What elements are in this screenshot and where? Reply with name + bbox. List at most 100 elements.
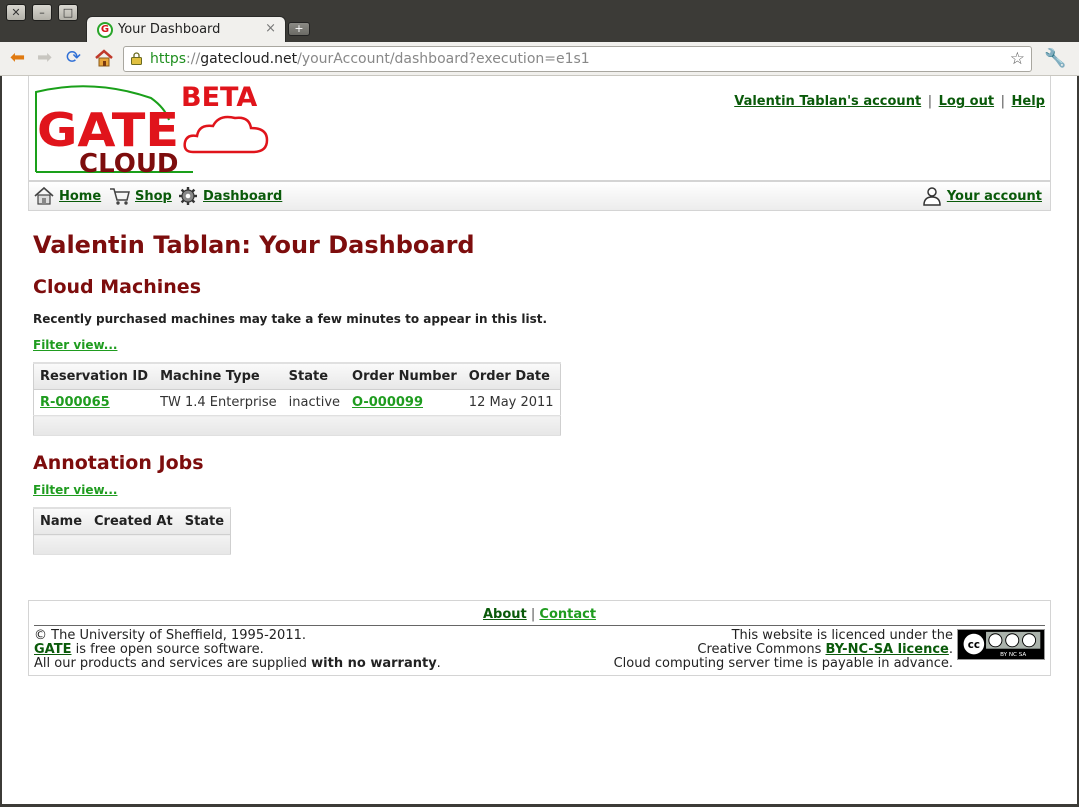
main-content: Valentin Tablan: Your Dashboard Cloud Ma… bbox=[28, 231, 1051, 555]
logo-cloud-icon bbox=[183, 115, 269, 154]
licence-line-3: Cloud computing server time is payable i… bbox=[613, 656, 953, 671]
table-header-row: Name Created At State bbox=[33, 507, 231, 535]
svg-text:cc: cc bbox=[968, 639, 980, 651]
column-header[interactable]: Order Date bbox=[462, 362, 561, 390]
nav-shop-label: Shop bbox=[135, 188, 172, 204]
new-tab-button[interactable]: + bbox=[288, 22, 310, 36]
column-header[interactable]: Name bbox=[33, 507, 89, 535]
wrench-menu-icon[interactable]: 🔧 bbox=[1044, 48, 1066, 69]
lock-icon bbox=[131, 52, 142, 65]
footer-legal: © The University of Sheffield, 1995-2011… bbox=[34, 629, 441, 671]
gate-cloud-logo[interactable]: BETA GATE CLOUD bbox=[33, 80, 269, 176]
cloud-machines-table: Reservation ID Machine Type State Order … bbox=[33, 362, 561, 436]
table-footer-row bbox=[33, 415, 561, 436]
column-header[interactable]: Reservation ID bbox=[33, 362, 155, 390]
gate-line: GATE is free open source software. bbox=[34, 643, 441, 657]
column-header[interactable]: Order Number bbox=[346, 362, 463, 390]
gear-icon bbox=[179, 187, 197, 205]
window-minimize-button[interactable]: – bbox=[32, 4, 52, 21]
footer-links: About | Contact bbox=[29, 607, 1050, 622]
site-footer: About | Contact © The University of Shef… bbox=[28, 600, 1051, 676]
cloud-machines-heading: Cloud Machines bbox=[33, 276, 202, 298]
column-header[interactable]: State bbox=[282, 362, 347, 390]
table-header-row: Reservation ID Machine Type State Order … bbox=[33, 362, 561, 390]
creative-commons-badge-icon[interactable]: cc BY NC SA bbox=[957, 629, 1045, 660]
url-text: https://gatecloud.net/yourAccount/dashbo… bbox=[150, 51, 590, 67]
gate-link[interactable]: GATE bbox=[34, 642, 71, 657]
page-container: BETA GATE CLOUD Valentin Tablan's accoun… bbox=[28, 76, 1051, 555]
about-link[interactable]: About bbox=[483, 607, 527, 622]
cloud-machines-filter-link[interactable]: Filter view... bbox=[33, 338, 117, 352]
separator: | bbox=[1000, 94, 1005, 109]
url-scheme: https bbox=[150, 51, 187, 67]
warranty-end: . bbox=[436, 656, 441, 671]
nav-your-account-label: Your account bbox=[946, 188, 1042, 204]
contact-link[interactable]: Contact bbox=[539, 607, 596, 622]
nav-dashboard[interactable]: Dashboard bbox=[177, 186, 282, 206]
nav-your-account[interactable]: Your account bbox=[921, 186, 1042, 206]
browser-tab[interactable]: G Your Dashboard × bbox=[86, 16, 286, 43]
nav-home[interactable]: Home bbox=[33, 186, 101, 206]
logout-link[interactable]: Log out bbox=[939, 94, 994, 109]
tab-close-icon[interactable]: × bbox=[265, 21, 276, 36]
forward-arrow-icon[interactable]: ➡ bbox=[37, 48, 52, 68]
cloud-machines-note: Recently purchased machines may take a f… bbox=[33, 312, 548, 326]
help-link[interactable]: Help bbox=[1012, 94, 1045, 109]
user-icon bbox=[923, 187, 941, 206]
back-arrow-icon[interactable]: ⬅ bbox=[10, 48, 25, 68]
url-host: gatecloud.net bbox=[200, 51, 298, 67]
url-path: /yourAccount/dashboard?execution=e1s1 bbox=[297, 51, 590, 67]
column-header[interactable]: Created At bbox=[88, 507, 179, 535]
table-footer-row bbox=[33, 534, 231, 555]
tab-title: Your Dashboard bbox=[118, 22, 221, 37]
nav-dashboard-label: Dashboard bbox=[203, 188, 283, 204]
licence-line-1: This website is licenced under the bbox=[731, 628, 953, 643]
separator: | bbox=[530, 607, 536, 622]
column-header[interactable]: State bbox=[178, 507, 231, 535]
cc-badge-text: BY NC SA bbox=[1000, 652, 1026, 658]
copyright-text: © The University of Sheffield, 1995-2011… bbox=[34, 628, 306, 643]
window-maximize-button[interactable]: □ bbox=[58, 4, 78, 21]
house-icon bbox=[34, 186, 54, 205]
reload-icon[interactable]: ⟳ bbox=[66, 48, 81, 68]
licence-line-2: Creative Commons BY-NC-SA licence. bbox=[614, 643, 953, 657]
order-date-cell: 12 May 2011 bbox=[462, 389, 561, 416]
main-nav: Home Shop Dashboard Your account bbox=[28, 181, 1051, 211]
home-icon[interactable] bbox=[94, 48, 114, 73]
window-titlebar: ✕ – □ G Your Dashboard × + bbox=[0, 0, 1079, 43]
page-viewport: BETA GATE CLOUD Valentin Tablan's accoun… bbox=[2, 76, 1077, 804]
favicon-icon: G bbox=[97, 22, 113, 38]
warranty-line: All our products and services are suppli… bbox=[34, 657, 441, 671]
order-number-link[interactable]: O-000099 bbox=[352, 395, 423, 410]
annotation-jobs-heading: Annotation Jobs bbox=[33, 452, 204, 474]
account-links: Valentin Tablan's account | Log out | He… bbox=[734, 94, 1045, 109]
account-link[interactable]: Valentin Tablan's account bbox=[734, 94, 921, 109]
bookmark-star-icon[interactable]: ☆ bbox=[1010, 49, 1025, 69]
machine-type-cell: TW 1.4 Enterprise bbox=[154, 389, 283, 416]
browser-toolbar: ⬅ ➡ ⟳ https://gatecloud.net/yourAccount/… bbox=[0, 42, 1079, 76]
annotation-jobs-table: Name Created At State bbox=[33, 507, 232, 555]
licence-end: . bbox=[948, 642, 953, 657]
page-title: Valentin Tablan: Your Dashboard bbox=[33, 231, 475, 259]
footer-divider bbox=[34, 625, 1045, 626]
window-close-button[interactable]: ✕ bbox=[6, 4, 26, 21]
licence-link[interactable]: BY-NC-SA licence bbox=[825, 642, 948, 657]
warranty-bold-text: with no warranty bbox=[311, 656, 437, 671]
separator: | bbox=[927, 94, 933, 109]
warranty-text: All our products and services are suppli… bbox=[34, 656, 312, 671]
footer-licence: This website is licenced under the Creat… bbox=[614, 629, 953, 671]
address-bar[interactable]: https://gatecloud.net/yourAccount/dashbo… bbox=[123, 46, 1032, 72]
licence-text: Creative Commons bbox=[697, 642, 826, 657]
site-header: BETA GATE CLOUD Valentin Tablan's accoun… bbox=[28, 76, 1051, 181]
gate-line-text: is free open source software. bbox=[71, 642, 264, 657]
state-cell: inactive bbox=[282, 389, 347, 416]
logo-cloud-text: CLOUD bbox=[79, 149, 179, 176]
table-row: R-000065 TW 1.4 Enterprise inactive O-00… bbox=[33, 389, 561, 416]
logo-beta-text: BETA bbox=[181, 82, 257, 113]
reservation-id-link[interactable]: R-000065 bbox=[40, 395, 110, 410]
annotation-jobs-filter-link[interactable]: Filter view... bbox=[33, 483, 117, 497]
column-header[interactable]: Machine Type bbox=[154, 362, 283, 390]
nav-home-label: Home bbox=[59, 188, 102, 204]
nav-shop[interactable]: Shop bbox=[109, 186, 172, 206]
url-separator: :// bbox=[186, 51, 201, 67]
